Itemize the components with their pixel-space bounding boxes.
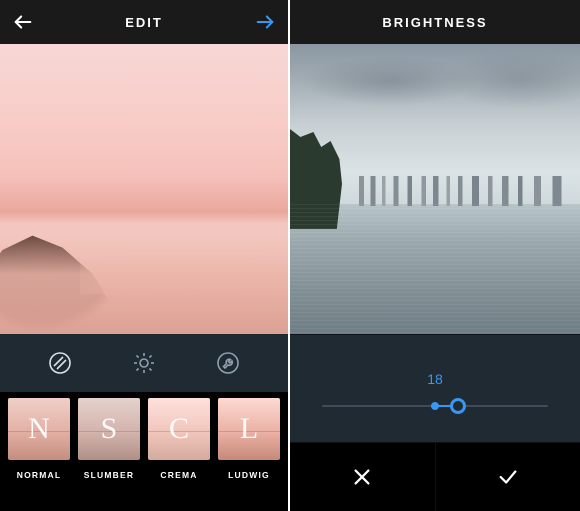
filter-slumber[interactable]: S SLUMBER bbox=[78, 398, 140, 480]
slider-handle[interactable] bbox=[450, 398, 466, 414]
edit-header: EDIT bbox=[0, 0, 288, 44]
filters-tab[interactable] bbox=[43, 346, 77, 380]
wrench-icon bbox=[216, 351, 240, 375]
filter-strip[interactable]: N NORMAL S SLUMBER C CREMA L LUDWIG bbox=[0, 392, 288, 511]
brightness-image-preview[interactable] bbox=[290, 44, 580, 334]
filter-letter: C bbox=[169, 412, 189, 446]
lux-tab[interactable] bbox=[127, 346, 161, 380]
filters-icon bbox=[48, 351, 72, 375]
arrow-left-icon bbox=[12, 11, 34, 33]
brightness-title: BRIGHTNESS bbox=[382, 15, 487, 30]
filter-letter: S bbox=[101, 412, 118, 446]
filter-crema[interactable]: C CREMA bbox=[148, 398, 210, 480]
edit-title: EDIT bbox=[125, 15, 163, 30]
filter-ludwig[interactable]: L LUDWIG bbox=[218, 398, 280, 480]
cancel-button[interactable] bbox=[290, 442, 436, 511]
filter-label: LUDWIG bbox=[228, 470, 270, 480]
filter-letter: N bbox=[28, 412, 50, 446]
close-icon bbox=[351, 466, 373, 488]
brightness-header: BRIGHTNESS bbox=[290, 0, 580, 44]
done-button[interactable] bbox=[436, 442, 580, 511]
tools-tab[interactable] bbox=[211, 346, 245, 380]
filter-label: CREMA bbox=[160, 470, 197, 480]
filter-normal[interactable]: N NORMAL bbox=[8, 398, 70, 480]
arrow-right-icon bbox=[254, 11, 276, 33]
edit-screen: EDIT bbox=[0, 0, 290, 511]
filter-label: NORMAL bbox=[17, 470, 62, 480]
filter-label: SLUMBER bbox=[84, 470, 134, 480]
slider-area: 18 bbox=[290, 334, 580, 442]
confirm-row bbox=[290, 442, 580, 511]
slider-center-dot bbox=[431, 402, 439, 410]
slider-value: 18 bbox=[427, 371, 443, 387]
edit-image-preview[interactable] bbox=[0, 44, 288, 334]
brightness-slider[interactable] bbox=[322, 405, 548, 407]
back-button[interactable] bbox=[12, 11, 34, 33]
sun-icon bbox=[132, 351, 156, 375]
check-icon bbox=[497, 466, 519, 488]
filter-letter: L bbox=[240, 412, 258, 446]
tool-row bbox=[0, 334, 288, 392]
next-button[interactable] bbox=[254, 11, 276, 33]
brightness-screen: BRIGHTNESS 18 bbox=[290, 0, 580, 511]
